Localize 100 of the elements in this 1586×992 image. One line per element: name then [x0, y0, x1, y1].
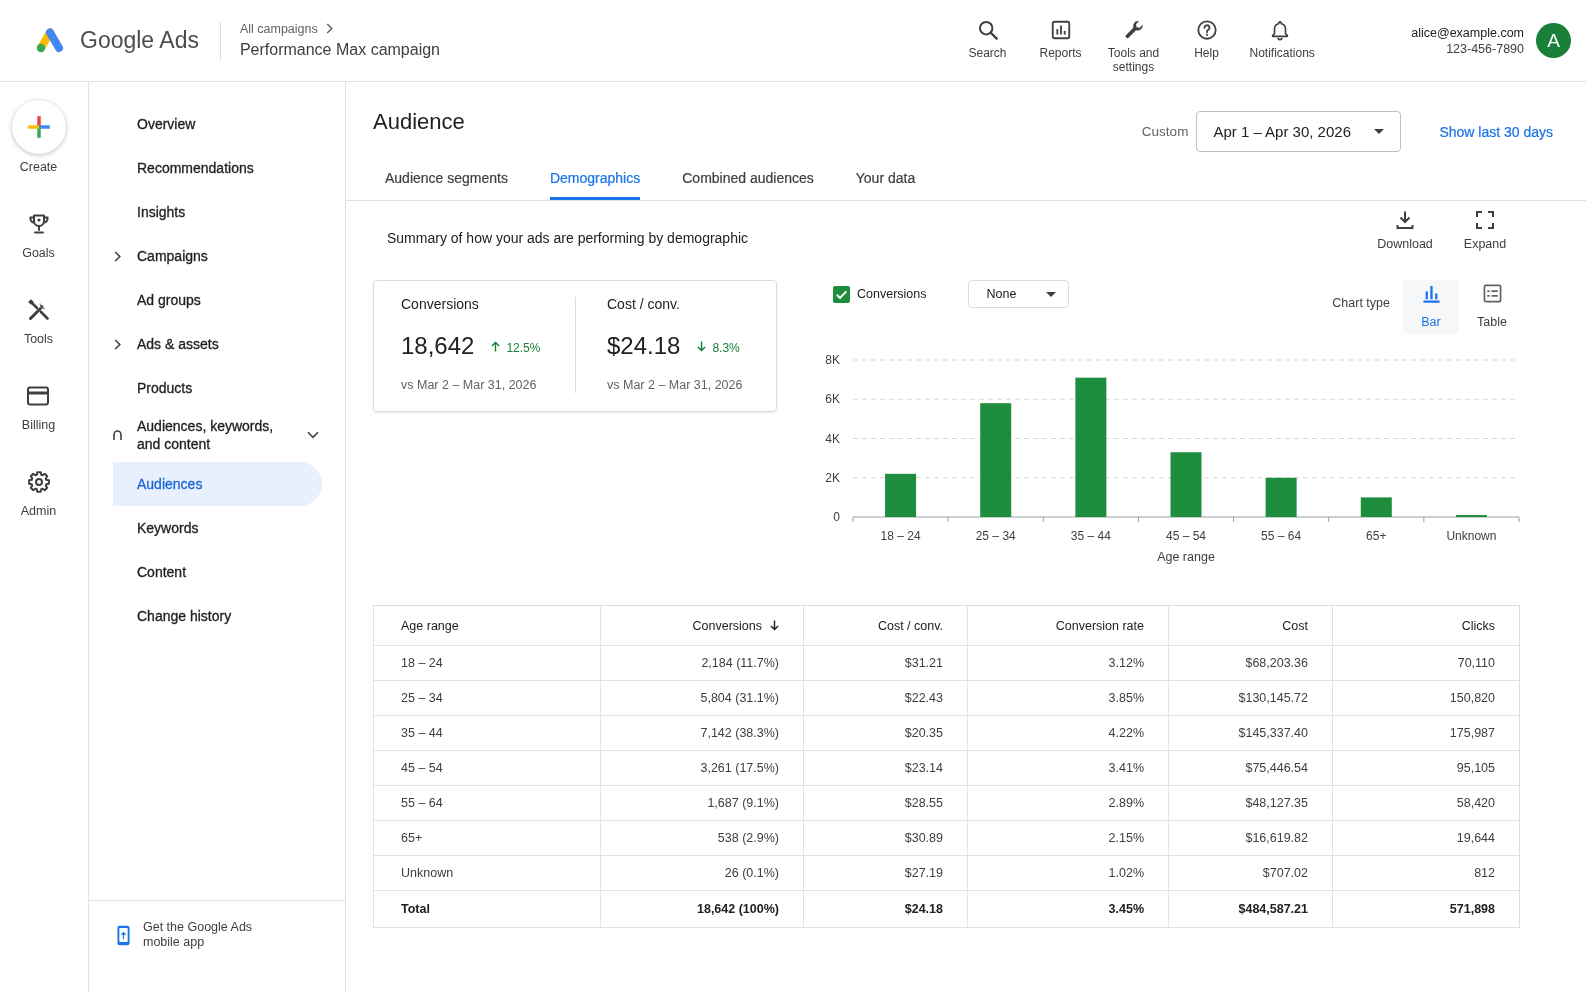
x-tick-label: 45 – 54: [1166, 529, 1206, 543]
table-cell: 55 – 64: [373, 785, 601, 821]
sidebar-item[interactable]: Audiences, keywords, and content: [113, 410, 322, 460]
comparison-text: vs Mar 2 – Mar 31, 2026: [401, 377, 538, 393]
column-header[interactable]: Age range: [373, 605, 601, 646]
sidebar-item[interactable]: Ads & assets: [113, 322, 322, 366]
sidebar-item[interactable]: Audiences: [113, 462, 322, 506]
sidebar-item[interactable]: Keywords: [113, 506, 322, 550]
tools-button[interactable]: Tools and settings: [1097, 19, 1170, 74]
goals-button[interactable]: Goals: [22, 212, 55, 261]
table-cell: 19,644: [1332, 820, 1520, 856]
sidebar-item[interactable]: Content: [113, 550, 322, 594]
table-cell: Total: [373, 890, 601, 928]
table-cell: 2.89%: [967, 785, 1169, 821]
sidebar-item[interactable]: Campaigns: [113, 234, 322, 278]
plus-icon: [11, 100, 66, 154]
table-cell: 18,642 (100%): [600, 890, 804, 928]
reports-button[interactable]: Reports: [1024, 19, 1097, 74]
table-cell: 4.22%: [967, 715, 1169, 751]
chart-type-label: Chart type: [1332, 295, 1390, 311]
tab[interactable]: Combined audiences: [682, 156, 814, 200]
chevron-right-icon: [325, 23, 333, 34]
table-option[interactable]: Table: [1464, 280, 1520, 334]
sidebar-item[interactable]: Products: [113, 366, 322, 410]
table-cell: $24.18: [803, 890, 968, 928]
column-header[interactable]: Conversion rate: [967, 605, 1169, 646]
segment-dropdown[interactable]: None: [968, 280, 1070, 308]
table-cell: $68,203.36: [1168, 645, 1333, 681]
help-button[interactable]: Help: [1170, 19, 1243, 74]
checkbox[interactable]: [833, 285, 850, 303]
product-name: Google Ads: [80, 27, 199, 54]
download-button[interactable]: Download: [1373, 210, 1437, 252]
expand-button[interactable]: Expand: [1453, 210, 1517, 252]
date-range-dropdown[interactable]: Apr 1 – Apr 30, 2026: [1196, 111, 1402, 152]
notifications-button[interactable]: Notifications: [1243, 19, 1316, 74]
table-icon: [1482, 284, 1502, 303]
table-cell: $28.55: [803, 785, 968, 821]
x-tick-label: 25 – 34: [975, 529, 1016, 543]
sidebar-item[interactable]: Overview: [113, 102, 322, 146]
card-icon: [26, 384, 51, 408]
table-cell: 25 – 34: [373, 680, 601, 716]
table-cell: $23.14: [803, 750, 968, 786]
table-cell: $20.35: [803, 715, 968, 751]
table-cell: 3,261 (17.5%): [600, 750, 804, 786]
table-cell: Unknown: [373, 855, 601, 891]
sidebar-item[interactable]: Ad groups: [113, 278, 322, 322]
x-tick-label: 35 – 44: [1070, 529, 1111, 543]
table-cell: 45 – 54: [373, 750, 601, 786]
bar-chart-option[interactable]: Bar: [1403, 280, 1459, 334]
breadcrumb-link[interactable]: All campaigns: [239, 21, 318, 36]
table-cell: 65+: [373, 820, 601, 856]
column-header[interactable]: Cost: [1168, 605, 1333, 646]
table-cell: 150,820: [1332, 680, 1520, 716]
x-tick-label: 65+: [1366, 529, 1387, 543]
table-cell: 3.85%: [967, 680, 1169, 716]
avatar[interactable]: A: [1536, 23, 1571, 58]
tab[interactable]: Demographics: [549, 156, 641, 200]
create-button[interactable]: Create: [11, 100, 66, 175]
table-cell: 58,420: [1332, 785, 1520, 821]
table-cell: 175,987: [1332, 715, 1520, 751]
table-cell: $484,587.21: [1168, 890, 1333, 928]
arch-icon: [113, 430, 122, 440]
search-button[interactable]: Search: [951, 19, 1024, 74]
table-cell: 571,898: [1332, 890, 1520, 928]
date-range-label: Custom: [1141, 124, 1189, 139]
mobile-app-link[interactable]: Get the Google Ads mobile app: [117, 920, 345, 950]
column-header[interactable]: Cost / conv.: [803, 605, 968, 646]
caret-icon: [1046, 291, 1057, 297]
sidebar-item[interactable]: Change history: [113, 594, 322, 638]
change-value: 8.3%: [712, 340, 740, 355]
tab[interactable]: Audience segments: [385, 156, 508, 200]
sidebar-item[interactable]: Recommendations: [113, 146, 322, 190]
table-cell: $16,619.82: [1168, 820, 1333, 856]
account-email: alice@example.com: [1410, 24, 1524, 41]
table-cell: 70,110: [1332, 645, 1520, 681]
column-header[interactable]: Conversions: [600, 605, 804, 646]
billing-button[interactable]: Billing: [21, 384, 56, 433]
bar-chart-icon: [1049, 19, 1072, 41]
table-cell: 2,184 (11.7%): [600, 645, 804, 681]
table-cell: 35 – 44: [373, 715, 601, 751]
search-icon: [976, 19, 999, 41]
table-cell: 1.02%: [967, 855, 1169, 891]
y-tick-label: 0: [833, 510, 840, 524]
table-cell: 2.15%: [967, 820, 1169, 856]
tools-button[interactable]: Tools: [23, 298, 54, 347]
table-cell: $31.21: [803, 645, 968, 681]
x-tick-label: 55 – 64: [1261, 529, 1302, 543]
tab[interactable]: Your data: [855, 156, 916, 200]
table-cell: 7,142 (38.3%): [600, 715, 804, 751]
quick-range-link[interactable]: Show last 30 days: [1439, 123, 1553, 140]
column-header[interactable]: Clicks: [1332, 605, 1520, 646]
admin-button[interactable]: Admin: [20, 470, 57, 519]
bar-chart-icon: [1421, 284, 1441, 303]
table-cell: 1,687 (9.1%): [600, 785, 804, 821]
y-tick-label: 6K: [825, 392, 840, 407]
table-cell: $48,127.35: [1168, 785, 1333, 821]
table-cell: 812: [1332, 855, 1520, 891]
table-cell: $130,145.72: [1168, 680, 1333, 716]
sidebar-item[interactable]: Insights: [113, 190, 322, 234]
comparison-text: vs Mar 2 – Mar 31, 2026: [607, 377, 744, 393]
